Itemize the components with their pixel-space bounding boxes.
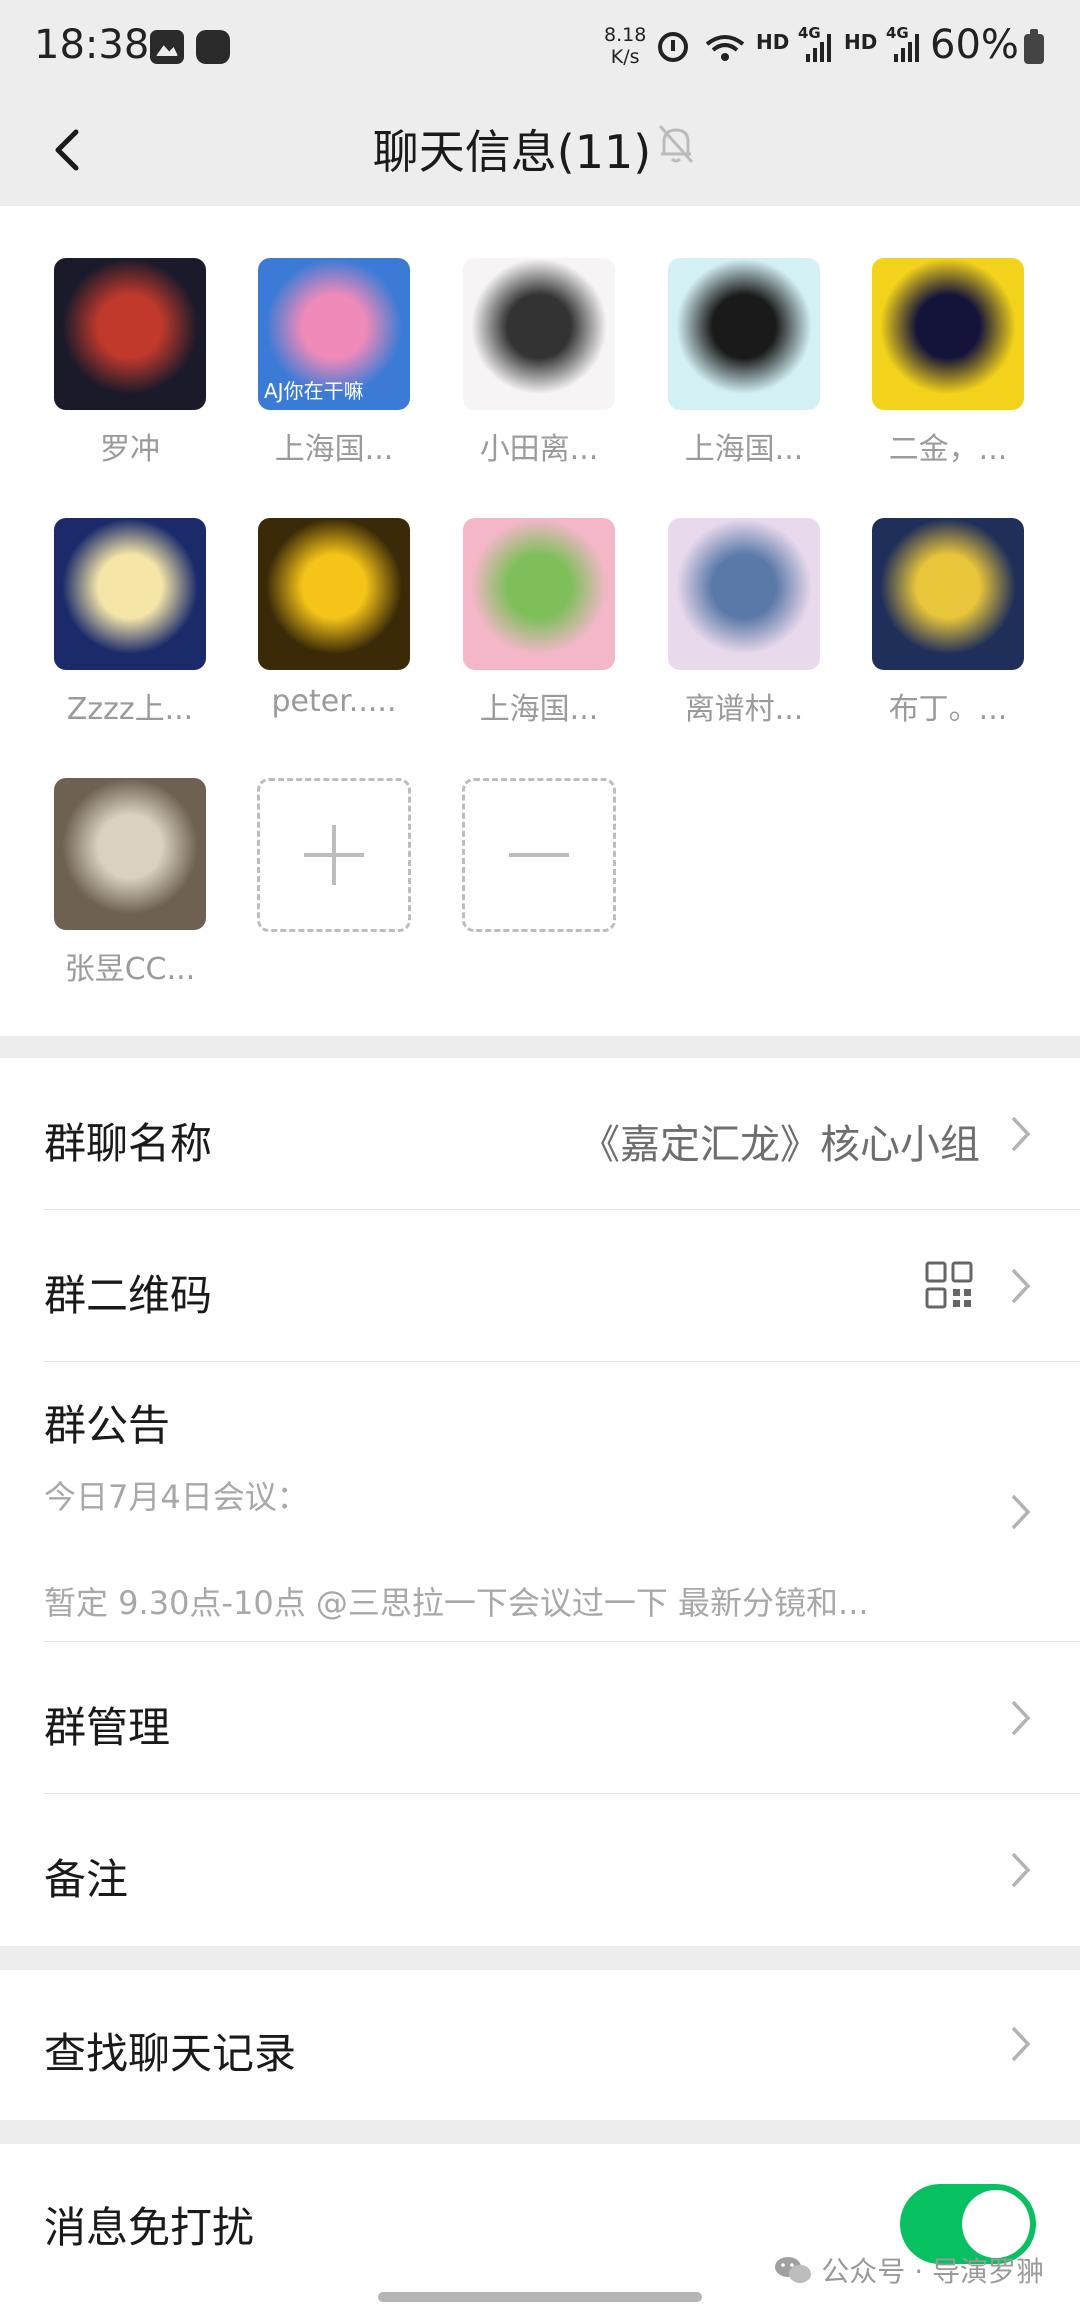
- group-notice-row[interactable]: 群公告 今日7月4日会议： 暂定 9.30点-10点 @三思拉一下会议过一下 最…: [0, 1362, 1080, 1642]
- network-speed-value: 8.18: [604, 24, 647, 46]
- member-name: peter.....: [271, 684, 397, 719]
- chevron-right-icon: [1011, 1268, 1031, 1304]
- group-qr-label: 群二维码: [44, 1271, 213, 1320]
- hd-badge-1: HD: [756, 30, 790, 54]
- avatar-overlay-text: AJ你在干嘛: [264, 379, 364, 403]
- chevron-right-icon: [1011, 1852, 1031, 1888]
- battery-percent: 60%: [930, 22, 1019, 68]
- member-tile[interactable]: 张昱CC...: [40, 778, 220, 988]
- member-tile[interactable]: peter.....: [244, 518, 424, 719]
- remove-member-minus-icon[interactable]: [462, 778, 616, 932]
- member-avatar[interactable]: [872, 258, 1024, 410]
- member-avatar[interactable]: [463, 518, 615, 670]
- member-name: 布丁。...: [888, 692, 1008, 727]
- group-name-row[interactable]: 群聊名称 《嘉定汇龙》核心小组: [0, 1058, 1080, 1210]
- member-name: 罗冲: [100, 432, 160, 467]
- toggle-knob: [962, 2190, 1030, 2258]
- network-speed: 8.18 K/s: [604, 24, 646, 68]
- wifi-icon: [705, 35, 745, 61]
- member-avatar[interactable]: [258, 518, 410, 670]
- add-member-tile[interactable]: [244, 778, 424, 932]
- watermark: 公众号 · 导演罗翀: [773, 2250, 1044, 2290]
- chevron-right-icon: [1011, 1494, 1031, 1530]
- group-notice-line-1: 今日7月4日会议：: [44, 1478, 309, 1516]
- add-member-plus-icon[interactable]: [257, 778, 411, 932]
- member-avatar[interactable]: [668, 518, 820, 670]
- nav-bar: 聊天信息(11): [0, 96, 1080, 206]
- member-tile[interactable]: Zzzz上...: [40, 518, 220, 728]
- member-avatar[interactable]: [872, 518, 1024, 670]
- member-avatar[interactable]: [463, 258, 615, 410]
- bell-off-icon: [658, 125, 694, 163]
- signal-strength-icon-2: [894, 32, 922, 62]
- member-tile[interactable]: 上海国...: [654, 258, 834, 468]
- member-avatar[interactable]: [54, 258, 206, 410]
- status-time: 18:38: [34, 22, 150, 68]
- do-not-disturb-label: 消息免打扰: [44, 2203, 255, 2252]
- member-avatar[interactable]: [668, 258, 820, 410]
- member-name: 二金，...: [888, 432, 1008, 467]
- wechat-logo-icon: [775, 2257, 812, 2283]
- gallery-notification-icon: [150, 30, 184, 64]
- member-tile[interactable]: 离谱村...: [654, 518, 834, 728]
- group-manage-row[interactable]: 群管理: [0, 1642, 1080, 1794]
- member-grid: 罗冲 AJ你在干嘛上海国... 小田离... 上海国... 二金，... Zzzz上...…: [0, 206, 1080, 1036]
- member-name: 上海国...: [274, 432, 394, 467]
- page-title-wrap: 聊天信息(11): [0, 116, 1080, 182]
- app-notification-icon: [196, 30, 230, 64]
- group-settings-section: 群聊名称 《嘉定汇龙》核心小组 群二维码 群公告 今日7月4日会议： 暂定 9.…: [0, 1058, 1080, 1946]
- member-avatar[interactable]: [54, 518, 206, 670]
- group-notice-label: 群公告: [44, 1401, 171, 1450]
- network-speed-unit: K/s: [610, 46, 640, 68]
- group-notice-line-2: 暂定 9.30点-10点 @三思拉一下会议过一下 最新分镜和...: [44, 1584, 869, 1622]
- member-avatar[interactable]: [54, 778, 206, 930]
- member-avatar[interactable]: AJ你在干嘛: [258, 258, 410, 410]
- battery-icon: [1024, 29, 1044, 64]
- home-indicator[interactable]: [378, 2292, 702, 2302]
- member-tile[interactable]: 上海国...: [449, 518, 629, 728]
- hd-badge-2: HD: [844, 30, 878, 54]
- qr-code-icon: [925, 1261, 973, 1309]
- member-tile[interactable]: AJ你在干嘛上海国...: [244, 258, 424, 468]
- search-history-label: 查找聊天记录: [44, 2029, 297, 2078]
- group-name-value: 《嘉定汇龙》核心小组: [580, 1122, 980, 1168]
- group-qr-row[interactable]: 群二维码: [0, 1210, 1080, 1362]
- search-history-row[interactable]: 查找聊天记录: [0, 1970, 1080, 2120]
- member-tile[interactable]: 小田离...: [449, 258, 629, 468]
- watermark-text: 公众号 · 导演罗翀: [821, 2255, 1044, 2288]
- member-name: 离谱村...: [684, 692, 804, 727]
- remove-member-tile[interactable]: [449, 778, 629, 932]
- group-manage-label: 群管理: [44, 1703, 171, 1752]
- member-tile[interactable]: 二金，...: [858, 258, 1038, 468]
- search-section: 查找聊天记录: [0, 1970, 1080, 2120]
- member-name: 上海国...: [684, 432, 804, 467]
- status-bar: 18:38 8.18 K/s HD 4G HD 4G 60%: [0, 0, 1080, 96]
- remark-row[interactable]: 备注: [0, 1794, 1080, 1946]
- member-name: 张昱CC...: [64, 952, 196, 987]
- alarm-icon: [658, 32, 688, 62]
- group-name-label: 群聊名称: [44, 1119, 213, 1168]
- remark-label: 备注: [44, 1855, 129, 1904]
- chevron-right-icon: [1011, 1116, 1031, 1152]
- member-name: Zzzz上...: [66, 692, 194, 727]
- signal-strength-icon-1: [806, 32, 834, 62]
- member-tile[interactable]: 布丁。...: [858, 518, 1038, 728]
- member-name: 小田离...: [479, 432, 599, 467]
- member-name: 上海国...: [479, 692, 599, 727]
- chevron-right-icon: [1011, 1700, 1031, 1736]
- chevron-right-icon: [1011, 2026, 1031, 2062]
- member-tile[interactable]: 罗冲: [40, 258, 220, 468]
